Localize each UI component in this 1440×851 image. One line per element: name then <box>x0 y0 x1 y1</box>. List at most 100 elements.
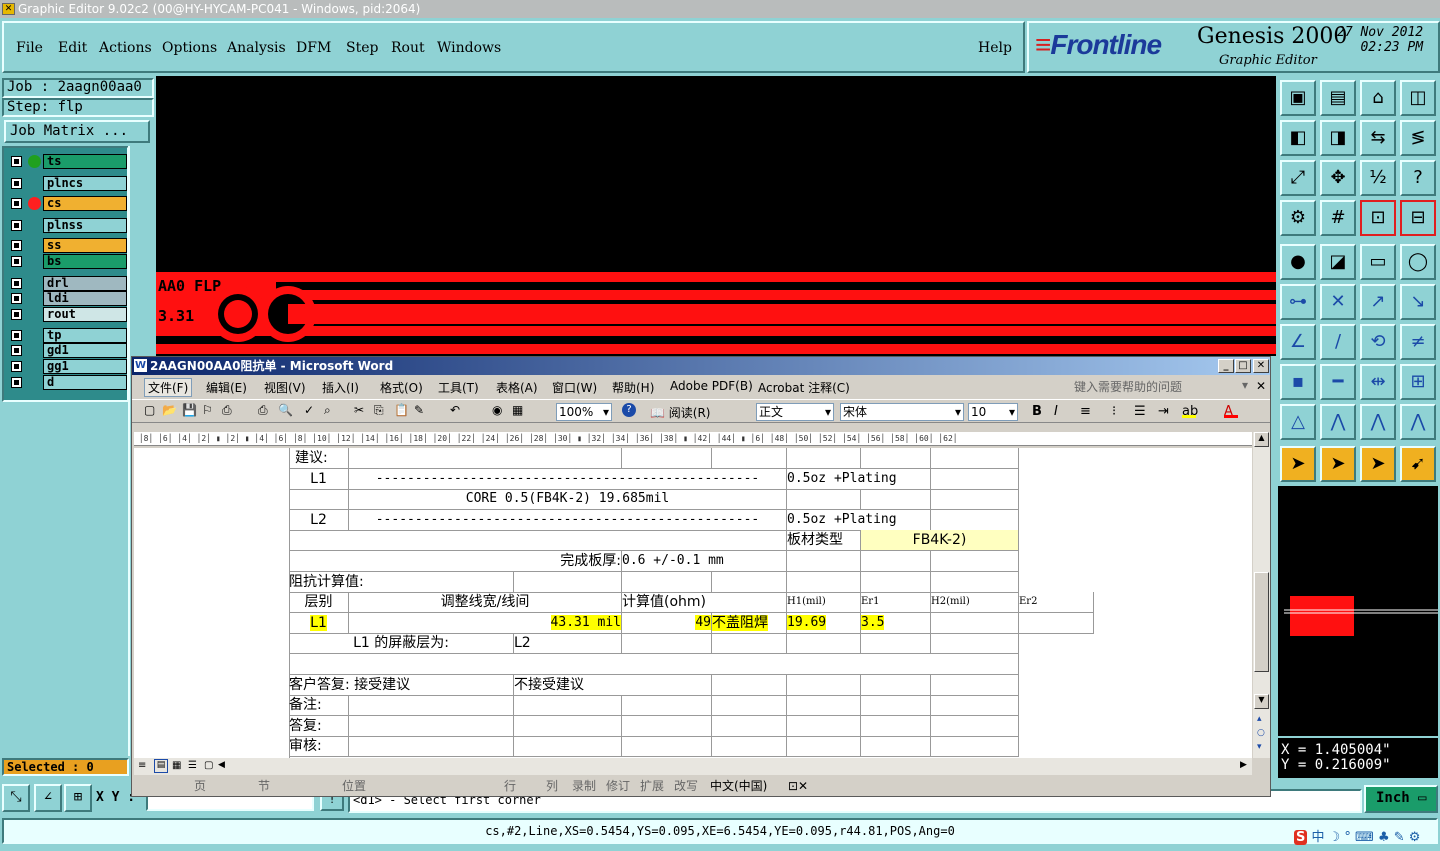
mirror-icon[interactable]: ≠ <box>1400 324 1436 360</box>
next-page-icon[interactable]: ▾ <box>1257 742 1262 752</box>
reading-view-icon[interactable]: ▢ <box>204 760 213 771</box>
menu-options[interactable]: Options <box>162 40 217 56</box>
word-menu-item-7[interactable]: 窗口(W) <box>552 379 597 396</box>
drawing-icon[interactable]: ◉ <box>492 403 506 417</box>
word-menu-item-0[interactable]: 文件(F) <box>144 378 193 397</box>
layer-checkbox[interactable] <box>11 330 22 341</box>
help-icon[interactable]: ? <box>1400 160 1436 196</box>
layer-row-cs[interactable]: cs <box>8 196 127 211</box>
layer-checkbox[interactable] <box>11 156 22 167</box>
word-menu-item-4[interactable]: 格式(O) <box>380 379 423 396</box>
word-menu-item-6[interactable]: 表格(A) <box>496 379 538 396</box>
scroll-up-icon[interactable]: ▲ <box>1254 432 1269 447</box>
menu-step[interactable]: Step <box>346 40 378 56</box>
word-horizontal-scrollbar[interactable]: ≡ ▤ ▦ ☰ ▢ ◀ ▶ <box>134 758 1252 775</box>
pad-icon[interactable]: ● <box>1280 244 1316 280</box>
style-combo[interactable]: 正文 ▾ <box>756 403 834 421</box>
word-vertical-scrollbar[interactable]: ▲ ▼ ▴ ○ ▾ <box>1253 432 1270 758</box>
save-icon[interactable]: ▤ <box>1320 80 1356 116</box>
permission-icon[interactable]: ⚐ <box>202 403 216 417</box>
drc-icon[interactable]: △ <box>1280 404 1316 440</box>
menu-edit[interactable]: Edit <box>58 40 87 56</box>
bullets-icon[interactable]: ☰ <box>1134 404 1148 419</box>
word-document[interactable]: 建议: L1 -----------------------------------… <box>134 448 1252 758</box>
research-icon[interactable]: ⌕ <box>324 403 338 417</box>
menu-dfm[interactable]: DFM <box>296 40 331 56</box>
layer-row-gg1[interactable]: gg1 <box>8 359 127 374</box>
tool-measure-icon[interactable]: ∠ <box>34 784 64 814</box>
word-menu-item-9[interactable]: Adobe PDF(B) <box>670 379 753 393</box>
word-menu-item-8[interactable]: 帮助(H) <box>612 379 654 396</box>
word-menu-item-10[interactable]: Acrobat 注释(C) <box>758 379 850 396</box>
word-doc-close-icon[interactable]: ✕ <box>1256 379 1266 393</box>
import-icon[interactable]: ◧ <box>1280 120 1316 156</box>
net-red-icon[interactable]: ⊟ <box>1400 200 1436 236</box>
route-icon[interactable]: ≶ <box>1400 120 1436 156</box>
open-icon[interactable]: 📂 <box>162 403 177 417</box>
browse-object-icon[interactable]: ○ <box>1257 728 1265 738</box>
font-size-combo[interactable]: 10 ▾ <box>968 403 1018 421</box>
ime-tray[interactable]: S 中 ☽ ° ⌨ ♣ ✎ ⚙ <box>1294 826 1436 845</box>
select-box-icon[interactable]: ➤ <box>1320 446 1356 482</box>
font-color-icon[interactable]: A <box>1224 404 1238 419</box>
layer-row-ldi[interactable]: ldi <box>8 291 127 306</box>
outline-view-icon[interactable]: ☰ <box>188 760 197 771</box>
cut-icon[interactable]: ✂ <box>354 403 368 417</box>
menu-rout[interactable]: Rout <box>391 40 425 56</box>
angle-icon[interactable]: ∠ <box>1280 324 1316 360</box>
scroll-right-icon[interactable]: ▶ <box>1240 760 1247 770</box>
format-painter-icon[interactable]: ✎ <box>414 403 428 417</box>
line-draw-icon[interactable]: / <box>1320 324 1356 360</box>
ruler-icon[interactable]: ▭ <box>1360 244 1396 280</box>
arc-icon[interactable]: ⟲ <box>1360 324 1396 360</box>
layer-row-plnss[interactable]: plnss <box>8 218 127 233</box>
circle-icon[interactable]: ◯ <box>1400 244 1436 280</box>
table-icon[interactable]: ▦ <box>512 403 526 417</box>
layer-row-rout[interactable]: rout <box>8 307 127 322</box>
overview-map[interactable] <box>1278 486 1438 736</box>
snap-red-icon[interactable]: ⊡ <box>1360 200 1396 236</box>
scale-1-2-icon[interactable]: ½ <box>1360 160 1396 196</box>
select-net-icon[interactable]: ➤ <box>1360 446 1396 482</box>
paste-icon[interactable]: 📋 <box>394 403 409 417</box>
grid-icon[interactable]: # <box>1320 200 1356 236</box>
layer-checkbox[interactable] <box>11 377 22 388</box>
copy-icon[interactable]: ⎘ <box>374 403 388 417</box>
layer-checkbox[interactable] <box>11 361 22 372</box>
edit-line-icon[interactable]: ◪ <box>1320 244 1356 280</box>
bold-icon[interactable]: B <box>1032 404 1046 419</box>
zoom-home-icon[interactable]: ✥ <box>1320 160 1356 196</box>
group-icon[interactable]: ⊞ <box>1400 364 1436 400</box>
delete-icon[interactable]: ✕ <box>1320 284 1356 320</box>
align-icon[interactable]: ≡ <box>1080 404 1094 419</box>
help-icon[interactable]: ? <box>622 403 636 417</box>
print-icon[interactable]: ⎙ <box>258 403 272 417</box>
web-view-icon[interactable]: ▦ <box>172 760 181 771</box>
graphic-canvas[interactable]: AA0 FLP 3.31 <box>156 76 1276 356</box>
job-matrix-button[interactable]: Job Matrix ... <box>4 120 150 143</box>
normal-view-icon[interactable]: ≡ <box>138 760 146 771</box>
new-doc-icon[interactable]: ▢ <box>144 403 158 417</box>
read-mode-button[interactable]: 📖 阅读(R) <box>650 404 710 421</box>
layer-checkbox[interactable] <box>11 293 22 304</box>
prev-page-icon[interactable]: ▴ <box>1257 714 1262 724</box>
scroll-thumb[interactable] <box>1254 572 1269 672</box>
layer-checkbox[interactable] <box>11 240 22 251</box>
undo-icon[interactable]: ↶ <box>450 403 464 417</box>
layer-row-tp[interactable]: tp <box>8 328 127 343</box>
numbering-icon[interactable]: ⁝ <box>1112 404 1126 419</box>
word-menu-item-3[interactable]: 插入(I) <box>322 379 359 396</box>
word-menu-item-5[interactable]: 工具(T) <box>438 379 479 396</box>
pan-icon[interactable]: ⇆ <box>1360 120 1396 156</box>
layer-checkbox[interactable] <box>11 345 22 356</box>
layer-checkbox[interactable] <box>11 198 22 209</box>
layer-checkbox[interactable] <box>11 309 22 320</box>
layer-row-gd1[interactable]: gd1 <box>8 343 127 358</box>
select-icon[interactable]: ➤ <box>1280 446 1316 482</box>
scroll-down-icon[interactable]: ▼ <box>1254 694 1269 709</box>
layer-row-ss[interactable]: ss <box>8 238 127 253</box>
move-icon[interactable]: ↗ <box>1360 284 1396 320</box>
save-icon[interactable]: 💾 <box>182 403 197 417</box>
window-icon[interactable]: ◫ <box>1400 80 1436 116</box>
word-close-button[interactable]: ✕ <box>1253 359 1269 373</box>
